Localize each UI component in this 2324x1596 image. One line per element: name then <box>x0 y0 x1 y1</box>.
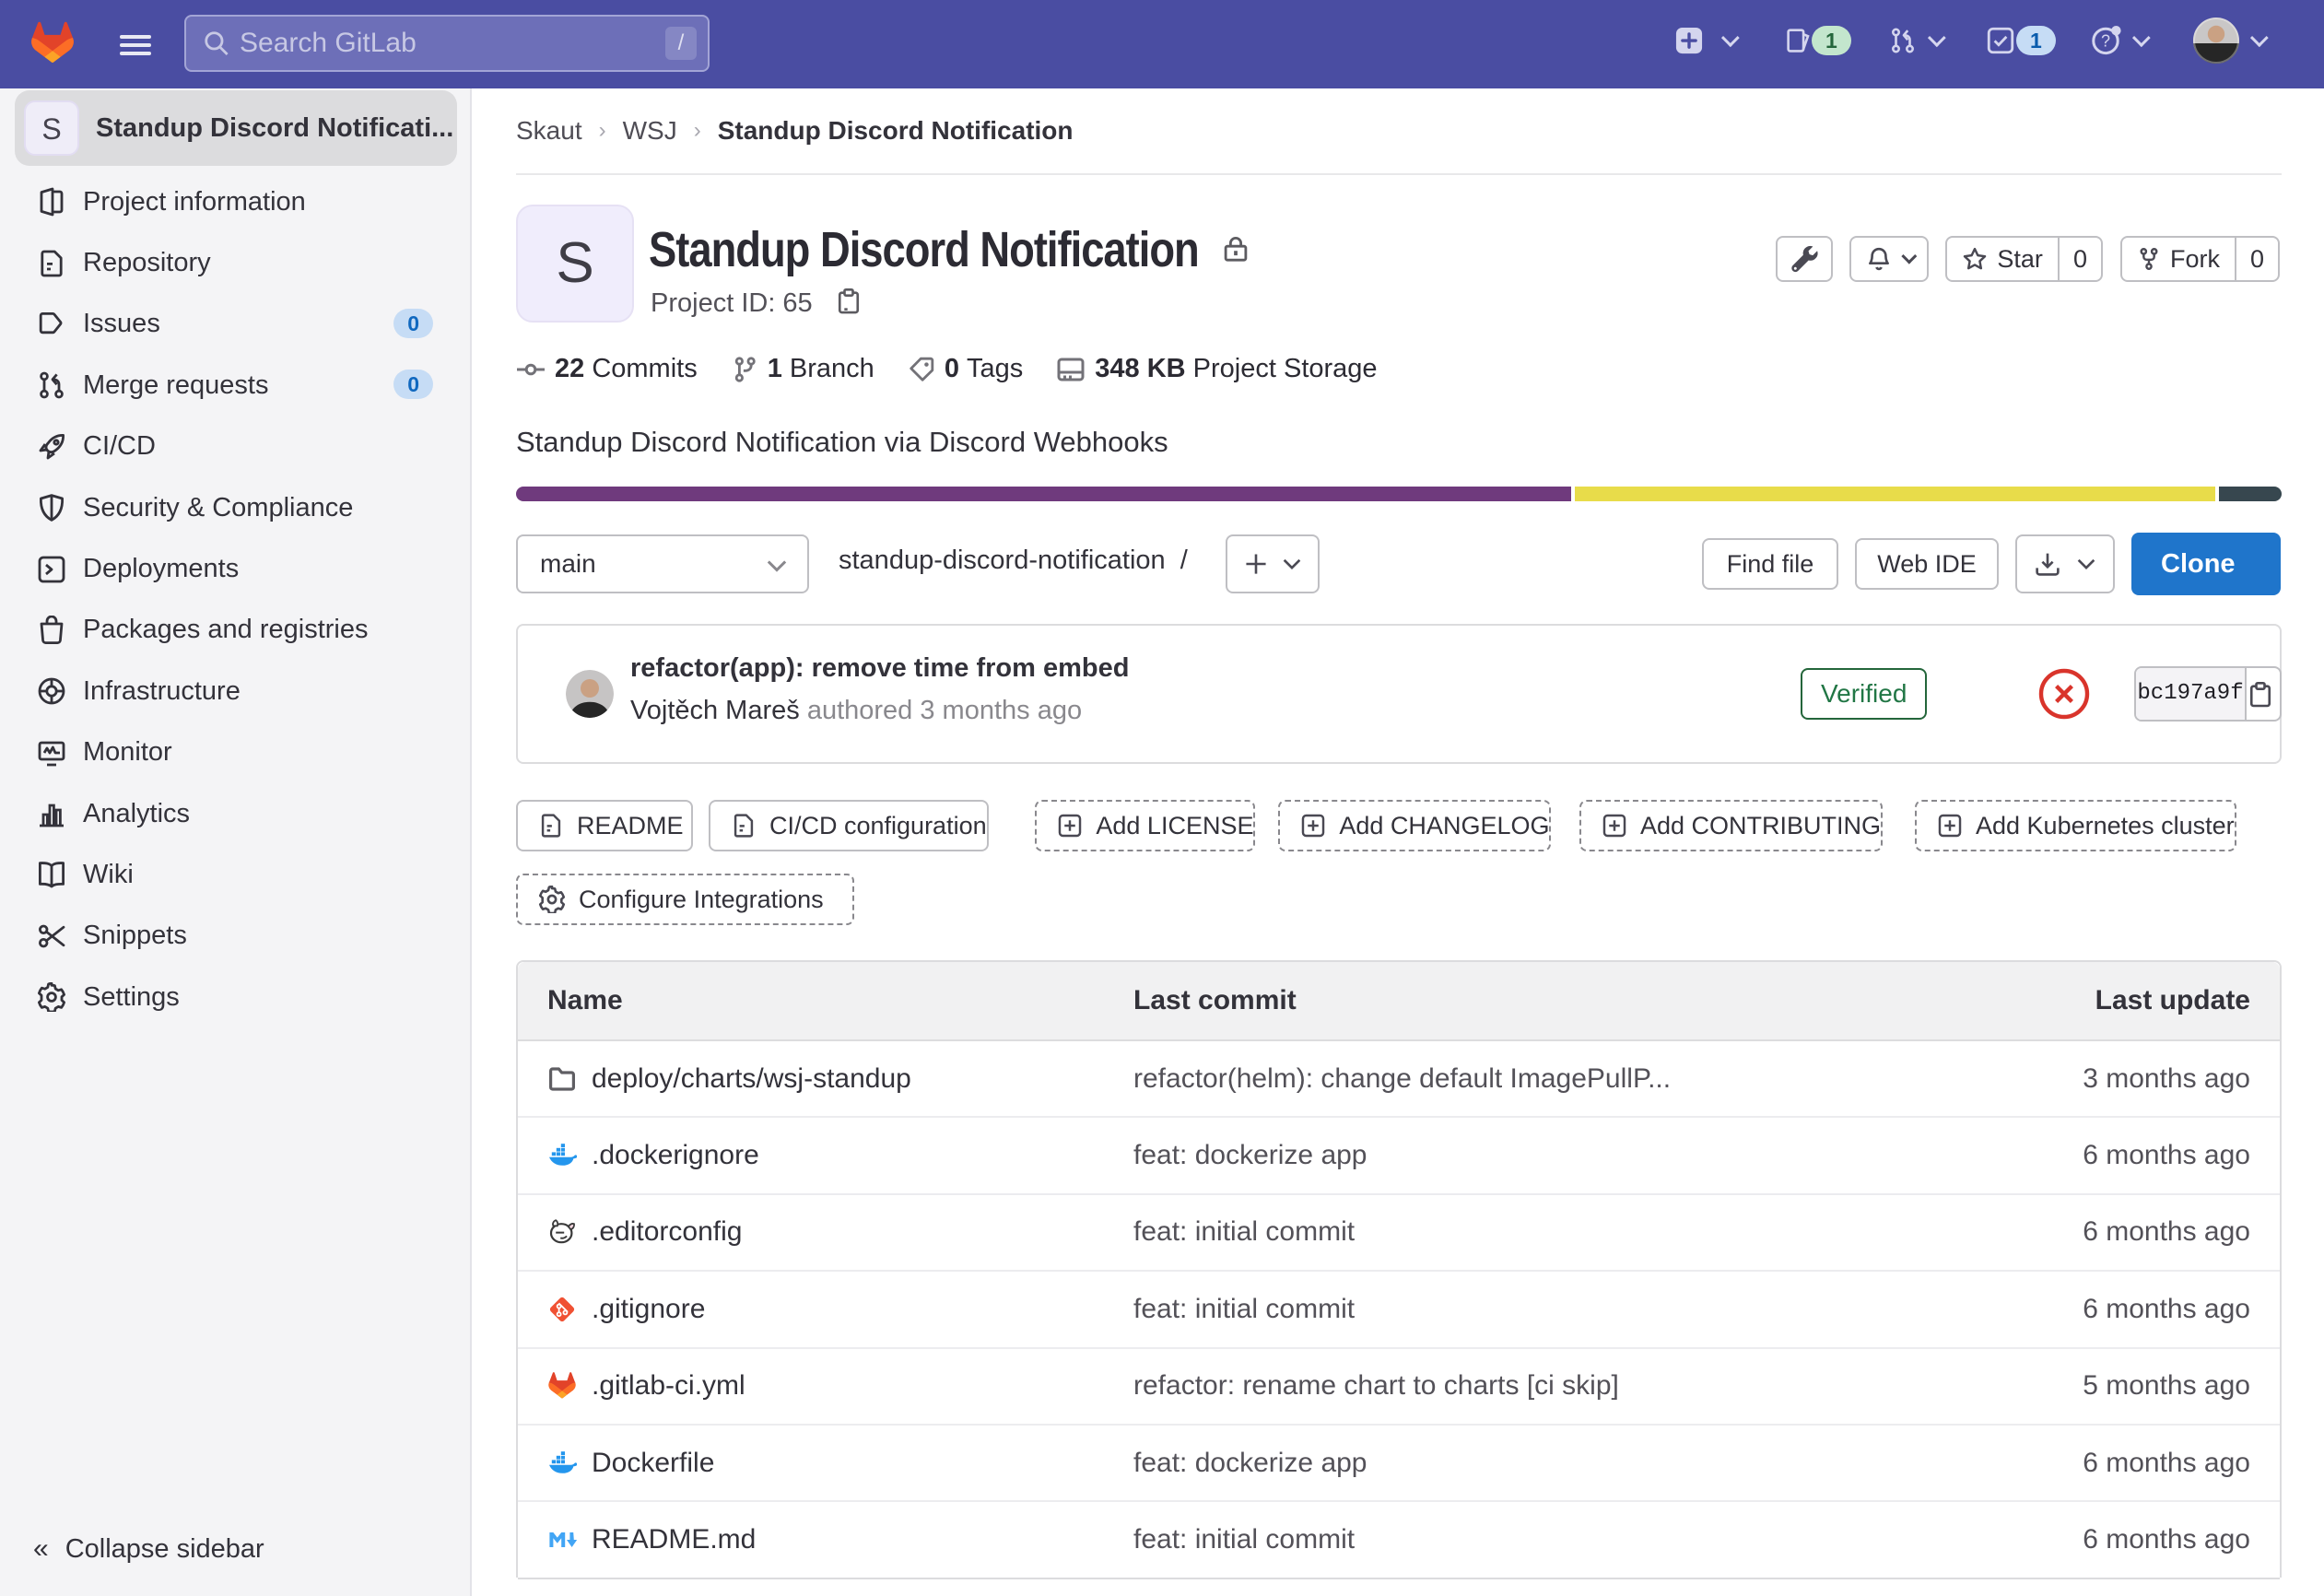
svg-text:?: ? <box>2101 32 2110 51</box>
